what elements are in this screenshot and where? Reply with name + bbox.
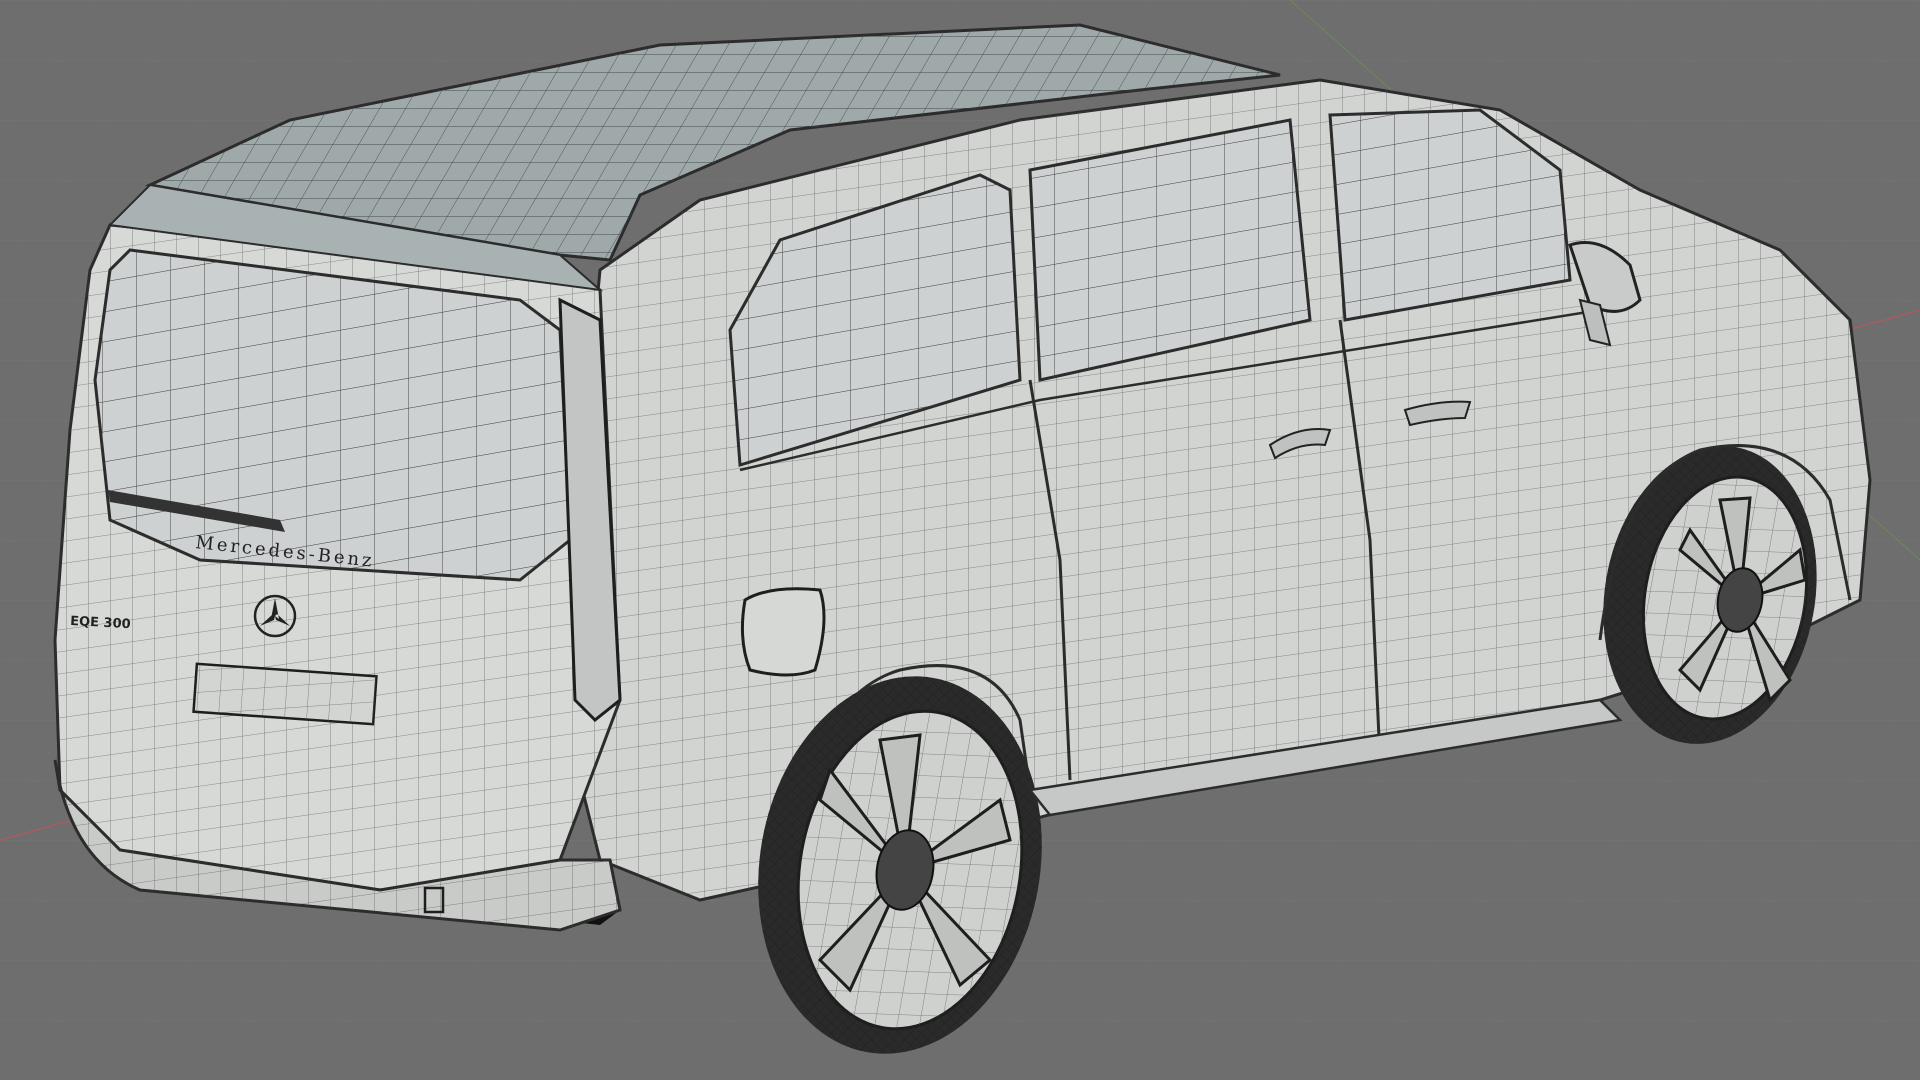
viewport-canvas[interactable]: Mercedes-Benz EQE 300 xyxy=(0,0,1920,1080)
model-badge-text: EQE 300 xyxy=(70,614,131,632)
charge-port-flap xyxy=(740,587,826,677)
3d-viewport[interactable]: Mercedes-Benz EQE 300 xyxy=(0,0,1920,1080)
